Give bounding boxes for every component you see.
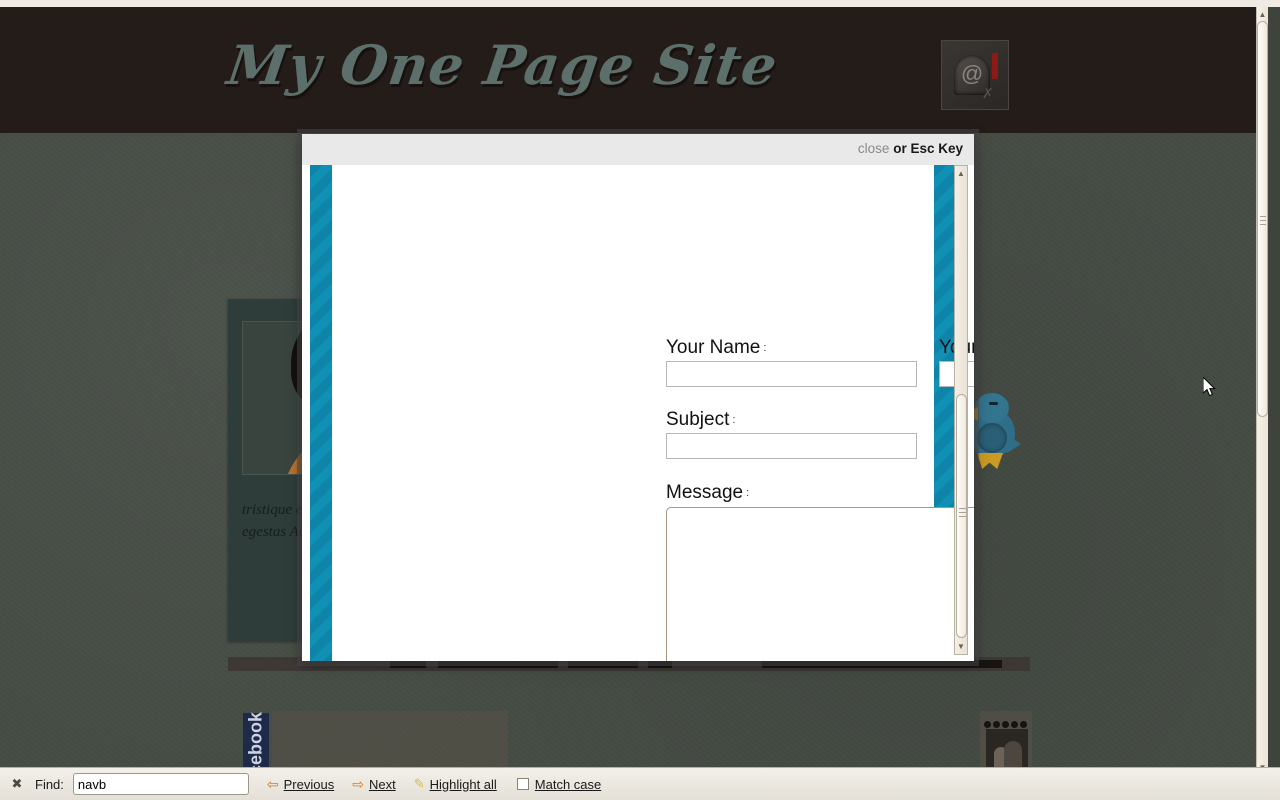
frame-dots (984, 715, 1030, 728)
label-your-name-text: Your Name (666, 337, 761, 358)
bird-feet (977, 453, 1003, 469)
contact-form-modal: close or Esc Key Your Name: Your Email: … (302, 134, 974, 661)
label-message-text: Message (666, 482, 744, 503)
top-light-strip (0, 0, 1280, 7)
find-input[interactable] (72, 773, 249, 795)
modal-scroll-up-arrow[interactable]: ▲ (955, 167, 967, 180)
checkbox-box[interactable] (516, 778, 529, 790)
bird-head (975, 393, 1009, 423)
browser-scroll-grip (1260, 216, 1266, 225)
at-symbol: @ (960, 61, 984, 86)
facebook-badge[interactable]: facebook (243, 711, 269, 767)
modal-scroll-down-arrow[interactable]: ▼ (955, 640, 967, 653)
find-next-button[interactable]: ⇨ Next (352, 776, 395, 793)
label-subject: Subject: (666, 409, 735, 431)
highlighter-icon: ✎ (413, 776, 425, 791)
bird-eye (989, 402, 998, 405)
match-case-label: Match case (534, 776, 602, 792)
match-case-checkbox[interactable]: Match case (516, 776, 602, 792)
page-viewport: My One Page Site @ ✗ tristique egestas. … (0, 7, 1268, 767)
label-subject-text: Subject (666, 409, 730, 430)
modal-close-hint: close or Esc Key (858, 141, 963, 156)
browser-scroll-thumb[interactable] (1257, 21, 1268, 417)
highlight-all-button[interactable]: ✎ Highlight all (414, 776, 497, 792)
modal-body: Your Name: Your Email: Subject: Message:… (302, 165, 974, 661)
bird-tail (1007, 435, 1021, 453)
find-bar: ✖ Find: ⇦ Previous ⇨ Next ✎ Highlight al… (0, 767, 1280, 800)
arrow-right-icon: ⇨ (352, 775, 364, 792)
highlight-all-label: Highlight all (429, 776, 497, 792)
message-textarea[interactable] (666, 507, 974, 661)
label-subject-colon: : (732, 414, 736, 426)
your-name-input[interactable] (666, 361, 917, 387)
mailbox-flag (992, 53, 998, 79)
close-link[interactable]: close (858, 141, 890, 156)
facebook-label: facebook (245, 711, 266, 767)
modal-header: close or Esc Key (302, 134, 974, 165)
mailbox-at-icon[interactable]: @ ✗ (941, 40, 1009, 110)
framed-photo-person-b (1004, 741, 1022, 767)
framed-photo (986, 729, 1028, 767)
modal-scroll-grip (959, 508, 966, 517)
tools-icon: ✗ (982, 85, 994, 101)
esc-key-hint: or Esc Key (893, 141, 963, 156)
site-header: My One Page Site @ ✗ (0, 7, 1268, 133)
label-your-name: Your Name: (666, 337, 766, 359)
photo-strip-left (272, 711, 508, 767)
modal-scrollbar[interactable]: ▲ ▼ (954, 165, 968, 655)
find-next-label: Next (368, 776, 396, 792)
label-your-name-colon: : (763, 342, 767, 354)
site-title: My One Page Site (223, 33, 782, 97)
find-previous-button[interactable]: ⇦ Previous (267, 776, 334, 793)
find-previous-label: Previous (283, 776, 335, 792)
subject-input[interactable] (666, 433, 917, 459)
arrow-left-icon: ⇦ (266, 775, 279, 792)
bird-wing (977, 423, 1007, 453)
stripe-left (310, 165, 332, 661)
browser-scrollbar[interactable]: ▲ ▼ (1256, 7, 1268, 767)
find-label: Find: (35, 776, 64, 792)
modal-scroll-thumb[interactable] (956, 394, 967, 638)
label-message-colon: : (746, 487, 750, 499)
close-icon[interactable]: ✖ (8, 775, 26, 793)
browser-scroll-up-arrow[interactable]: ▲ (1257, 8, 1268, 20)
label-message: Message: (666, 482, 749, 504)
